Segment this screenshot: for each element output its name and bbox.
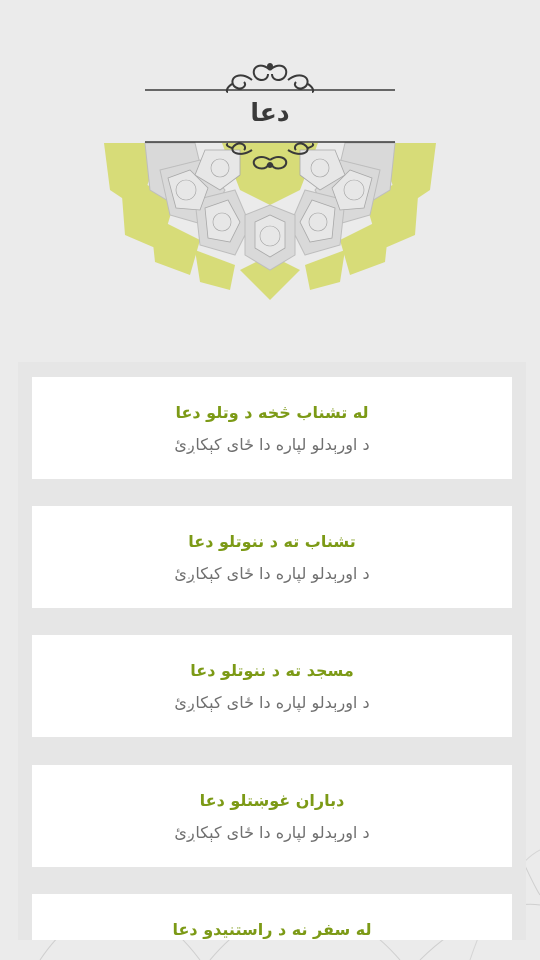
list-item[interactable]: مسجد ته د ننوتلو دعا د اورېدلو لپاره دا … <box>32 635 512 737</box>
list-item[interactable]: له تشناب څخه د وتلو دعا د اورېدلو لپاره … <box>32 377 512 479</box>
item-subtitle: د اورېدلو لپاره دا ځای کېکاږئ <box>174 564 370 583</box>
item-title: تشناب ته د ننوتلو دعا <box>188 532 356 551</box>
page-title: دعا <box>250 98 290 127</box>
item-title: دباران غوښتلو دعا <box>199 791 345 810</box>
mandala-ornament <box>104 63 436 300</box>
item-title: له سفر نه د راستنیدو دعا <box>172 920 372 939</box>
list-item[interactable]: دباران غوښتلو دعا د اورېدلو لپاره دا ځای… <box>32 765 512 867</box>
item-subtitle: د اورېدلو لپاره دا ځای کېکاږئ <box>174 823 370 842</box>
item-title: له تشناب څخه د وتلو دعا <box>175 403 369 422</box>
item-subtitle: د اورېدلو لپاره دا ځای کېکاږئ <box>174 435 370 454</box>
item-subtitle: د اورېدلو لپاره دا ځای کېکاږئ <box>174 693 370 712</box>
item-title: مسجد ته د ننوتلو دعا <box>190 661 354 680</box>
list-item[interactable]: تشناب ته د ننوتلو دعا د اورېدلو لپاره دا… <box>32 506 512 608</box>
list-item[interactable]: له سفر نه د راستنیدو دعا <box>32 894 512 940</box>
header: دعا <box>0 0 540 320</box>
dua-list[interactable]: له تشناب څخه د وتلو دعا د اورېدلو لپاره … <box>18 362 526 940</box>
